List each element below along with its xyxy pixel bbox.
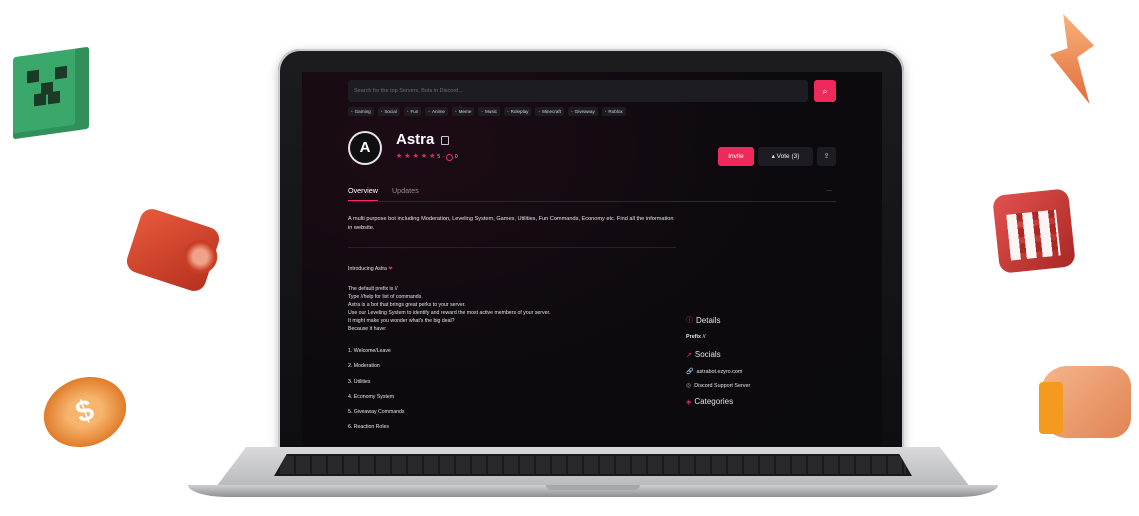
rating-value: 5	[437, 154, 441, 160]
search-input[interactable]: Search for the top Servers, Bots in Disc…	[348, 80, 808, 102]
discord-text: Discord Support Server	[694, 382, 751, 389]
intro-line: Because it have:	[348, 326, 387, 332]
discord-support-link[interactable]: ◎ Discord Support Server	[686, 382, 846, 390]
discord-icon: ◎	[686, 383, 692, 389]
heart-icon: ❤	[388, 266, 393, 272]
info-icon: ⓘ	[686, 317, 693, 324]
vote-button[interactable]: ▴ Vote (3)	[758, 147, 813, 166]
details-heading: ⓘ Details	[686, 315, 846, 325]
intro-line: Type //help for list of commands.	[348, 294, 423, 300]
website-text: astrabot.ezyro.com	[696, 368, 743, 375]
list-item: 1. Welcome/Leave	[348, 348, 391, 354]
lightning-icon	[1050, 14, 1094, 104]
list-item: 3. Utilities	[348, 378, 371, 385]
review-count: 0	[454, 154, 458, 160]
camera-icon	[123, 205, 223, 295]
more-options-button[interactable]: ...	[826, 186, 832, 193]
tag-minecraft[interactable]: Minecraft	[535, 107, 564, 116]
dollar-coin-icon: $	[33, 365, 137, 459]
star-icon: ★	[420, 153, 428, 160]
star-icon: ★	[396, 153, 403, 160]
stage: $ Search for the top Servers, Bots in Di…	[0, 0, 1139, 516]
tabs-divider	[348, 201, 836, 202]
tab-overview[interactable]: Overview	[348, 186, 378, 201]
socials-heading: ↗ Socials	[686, 350, 846, 359]
intro-heading: Introducing Astra	[348, 266, 387, 272]
share-button[interactable]: ⇪	[817, 147, 836, 166]
arrow-icon: ↗	[686, 351, 692, 359]
tag-fun[interactable]: Fun	[403, 107, 422, 116]
description-divider	[348, 247, 676, 248]
prefix-label: Prefix	[686, 334, 701, 340]
tag-roleplay[interactable]: Roleplay	[503, 107, 532, 116]
bot-avatar: A	[348, 131, 382, 165]
tag-social[interactable]: Social	[377, 107, 400, 116]
list-item: 4. Economy System	[348, 393, 395, 400]
search-button[interactable]: ⌕	[814, 80, 836, 102]
intro-line: It might make you wonder what's the big …	[348, 318, 455, 324]
bot-rating: ★ ★ ★ ★ ★ 5 · 0	[396, 153, 458, 161]
categories-title: Categories	[694, 397, 734, 406]
details-title: Details	[696, 315, 721, 325]
tag-icon: ◈	[686, 398, 692, 406]
star-icon: ★	[429, 153, 436, 160]
share-icon: ⇪	[823, 153, 830, 160]
bot-description: A multi purpose bot including Moderation…	[348, 216, 674, 231]
feature-list: 1. Welcome/Leave 2. Moderation 3. Utilit…	[348, 347, 678, 431]
thumbs-up-icon	[1039, 366, 1131, 438]
tag-giveaway[interactable]: Giveaway	[567, 107, 598, 116]
copy-icon[interactable]	[441, 136, 449, 145]
dot-separator: ·	[442, 154, 444, 160]
search-icon: ⌕	[822, 86, 828, 96]
tabs: Overview Updates	[348, 186, 419, 201]
tag-anime[interactable]: Anime	[425, 107, 448, 116]
categories-heading: ◈ Categories	[686, 397, 846, 406]
laptop-notch	[546, 485, 640, 490]
tag-meme[interactable]: Meme	[452, 107, 475, 116]
creeper-block-icon	[13, 46, 89, 140]
laptop-keyboard	[274, 454, 912, 476]
tab-updates[interactable]: Updates	[392, 186, 419, 201]
tag-music[interactable]: Music	[478, 107, 500, 116]
list-item: 2. Moderation	[348, 363, 380, 370]
category-tags: Gaming Social Fun Anime Meme Music Rolep…	[348, 107, 626, 116]
prefix-value: //	[702, 334, 706, 340]
intro-line: Astra is a bot that brings great perks t…	[348, 302, 466, 308]
star-icon: ★	[404, 153, 411, 160]
link-icon: 🔗	[686, 369, 694, 375]
tag-roblox[interactable]: Roblox	[601, 107, 626, 116]
invite-button[interactable]: Invite	[718, 147, 754, 166]
intro-line: The default prefix is //	[348, 286, 398, 292]
sidebar: ⓘ Details Prefix // ↗ Socials 🔗 astrabot.ez…	[686, 315, 846, 415]
intro-line: Use our Leveling System to identify and …	[348, 310, 551, 316]
tag-gaming[interactable]: Gaming	[348, 107, 374, 116]
laptop-screen: Search for the top Servers, Bots in Disc…	[302, 72, 882, 446]
bot-name: Astra	[396, 131, 435, 148]
laptop-base	[188, 445, 998, 503]
astra-logo-icon: A	[350, 133, 380, 163]
review-icon	[445, 153, 453, 161]
prefix-row: Prefix //	[686, 334, 846, 340]
calendar-icon	[992, 188, 1076, 274]
website-link[interactable]: 🔗 astrabot.ezyro.com	[686, 368, 846, 376]
list-item: 5. Giveaway Commands	[348, 409, 405, 416]
list-item: 6. Reaction Roles	[348, 424, 389, 431]
bot-long-description: Introducing Astra ❤ The default prefix i…	[348, 265, 678, 439]
star-icon: ★	[412, 153, 419, 160]
vote-label: Vote (3)	[776, 153, 800, 160]
socials-title: Socials	[694, 350, 721, 359]
